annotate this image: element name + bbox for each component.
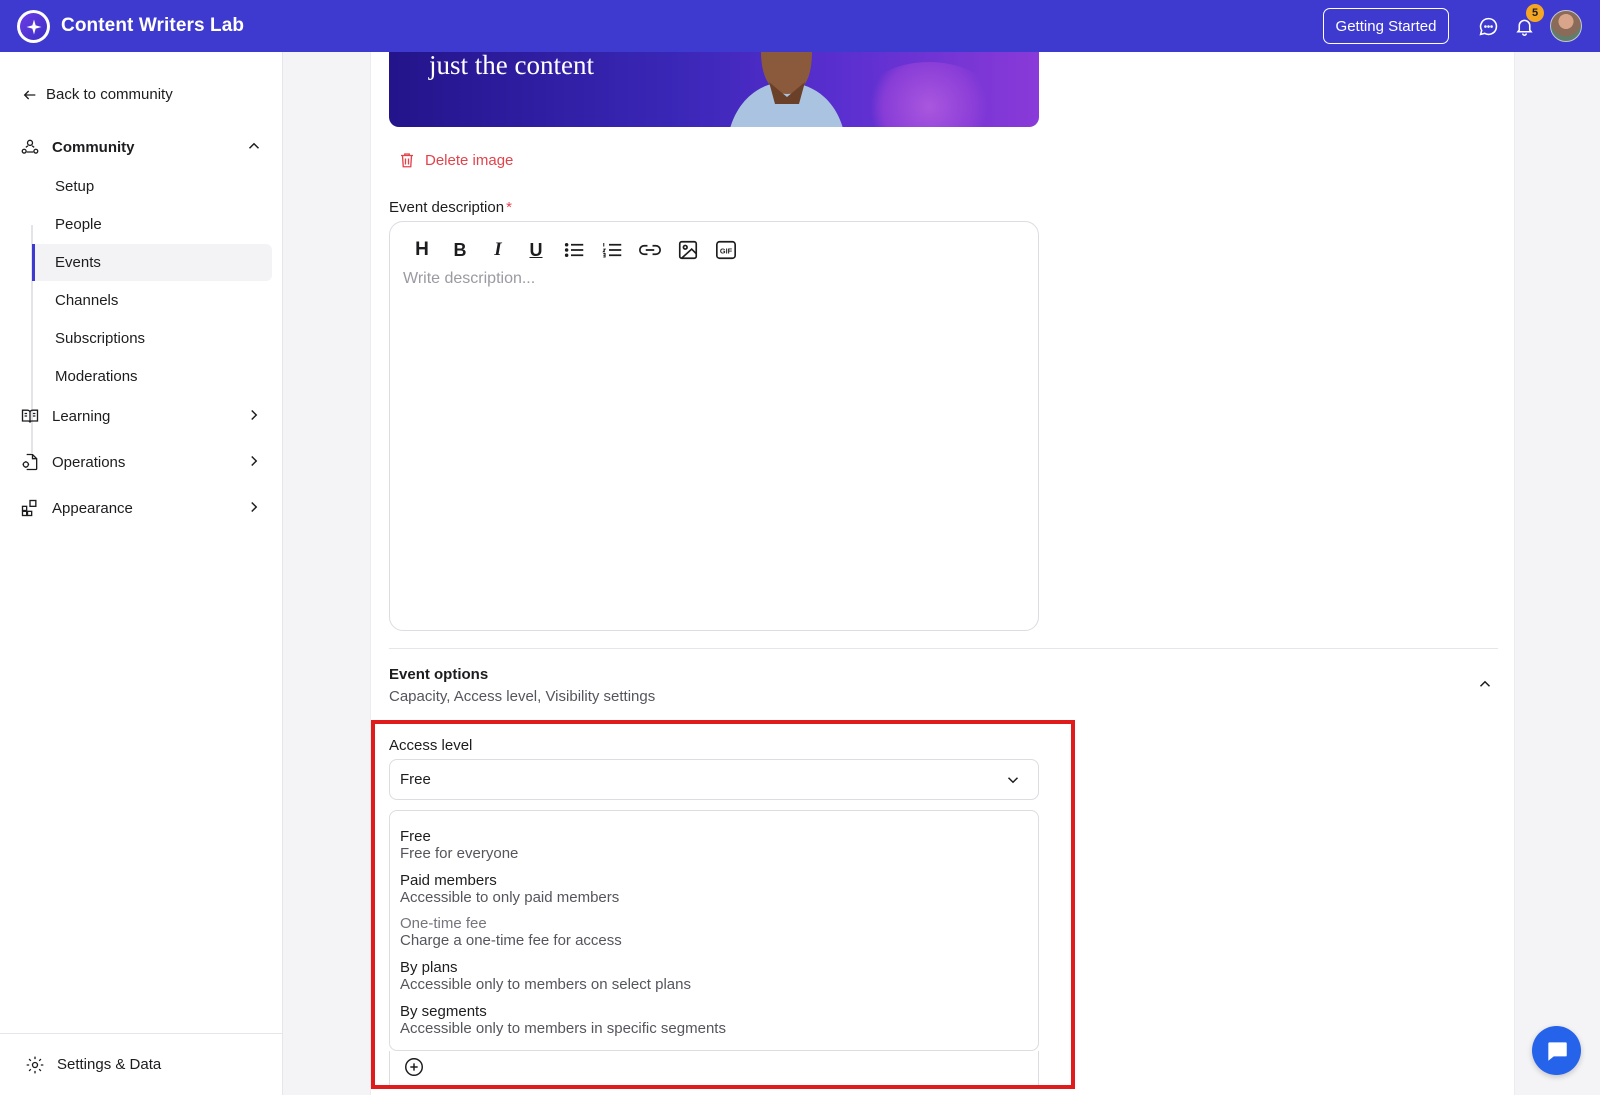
required-mark: * [506, 199, 512, 216]
numbered-list-icon[interactable] [600, 238, 624, 262]
chat-bubble-icon [1547, 1041, 1567, 1061]
support-chat-button[interactable] [1532, 1026, 1581, 1075]
appearance-label: Appearance [52, 499, 133, 517]
italic-button[interactable]: I [486, 238, 510, 262]
banner-decoration [859, 62, 999, 127]
appearance-icon [21, 499, 37, 517]
sidebar-item-subscriptions[interactable]: Subscriptions [32, 320, 272, 357]
sidebar-group-appearance[interactable]: Appearance [20, 498, 263, 518]
chevron-right-icon [251, 455, 258, 467]
learning-label: Learning [52, 407, 111, 425]
community-label: Community [52, 138, 135, 156]
heading-button[interactable]: H [410, 238, 434, 262]
chat-icon[interactable] [1476, 14, 1500, 38]
sidebar-group-learning[interactable]: Learning [20, 406, 263, 426]
event-options-title[interactable]: Event options [389, 666, 488, 683]
sidebar-item-moderations[interactable]: Moderations [32, 358, 272, 395]
chevron-up-icon[interactable] [1476, 675, 1494, 693]
highlight-box [371, 720, 1075, 1089]
link-icon[interactable] [638, 238, 662, 262]
image-icon[interactable] [676, 238, 700, 262]
trash-icon [401, 153, 413, 168]
delete-image-button[interactable]: Delete image [398, 150, 513, 170]
sidebar-group-community[interactable]: Community [20, 137, 263, 157]
event-description-text: Event description [389, 199, 505, 216]
book-icon [21, 409, 39, 423]
description-editor[interactable]: H B I U GIF Write description... [389, 221, 1039, 631]
chevron-right-icon [251, 409, 258, 421]
sparkle-icon [26, 19, 41, 34]
event-description-label: Event description * [389, 199, 512, 216]
editor-toolbar: H B I U GIF [410, 238, 752, 262]
banner-text: just the content [429, 52, 594, 80]
app-logo[interactable] [17, 10, 50, 43]
sidebar-item-people[interactable]: People [32, 206, 272, 243]
bold-button[interactable]: B [448, 238, 472, 262]
person-photo [730, 52, 843, 127]
user-avatar[interactable] [1550, 10, 1582, 42]
section-divider [389, 648, 1498, 649]
bullet-list-icon[interactable] [562, 238, 586, 262]
back-to-community-label: Back to community [46, 86, 173, 103]
notification-badge: 5 [1526, 4, 1544, 22]
sidebar: Back to community Community Setup People… [0, 52, 283, 1095]
sidebar-item-setup[interactable]: Setup [32, 168, 272, 205]
chevron-right-icon [251, 501, 258, 513]
back-to-community-link[interactable]: Back to community [22, 86, 173, 103]
settings-and-data-link[interactable]: Settings & Data [0, 1033, 283, 1095]
arrow-left-icon [23, 90, 36, 99]
chevron-up-icon[interactable] [245, 137, 263, 155]
community-icon [21, 139, 39, 154]
getting-started-button[interactable]: Getting Started [1323, 8, 1449, 44]
delete-image-label: Delete image [425, 151, 514, 169]
sidebar-item-events[interactable]: Events [32, 244, 272, 281]
operations-icon [22, 453, 38, 471]
sidebar-group-operations[interactable]: Operations [20, 452, 263, 472]
gif-icon[interactable]: GIF [714, 238, 738, 262]
event-options-subtitle: Capacity, Access level, Visibility setti… [389, 688, 656, 705]
underline-button[interactable]: U [524, 238, 548, 262]
gear-icon [26, 1056, 44, 1073]
app-title[interactable]: Content Writers Lab [61, 15, 244, 37]
sidebar-item-channels[interactable]: Channels [32, 282, 272, 319]
top-bar: Content Writers Lab Getting Started 5 [0, 0, 1600, 52]
svg-text:GIF: GIF [720, 247, 733, 256]
event-cover-image: just the content [389, 52, 1039, 127]
operations-label: Operations [52, 453, 126, 471]
description-placeholder: Write description... [403, 270, 536, 287]
settings-and-data-label: Settings & Data [57, 1056, 162, 1073]
